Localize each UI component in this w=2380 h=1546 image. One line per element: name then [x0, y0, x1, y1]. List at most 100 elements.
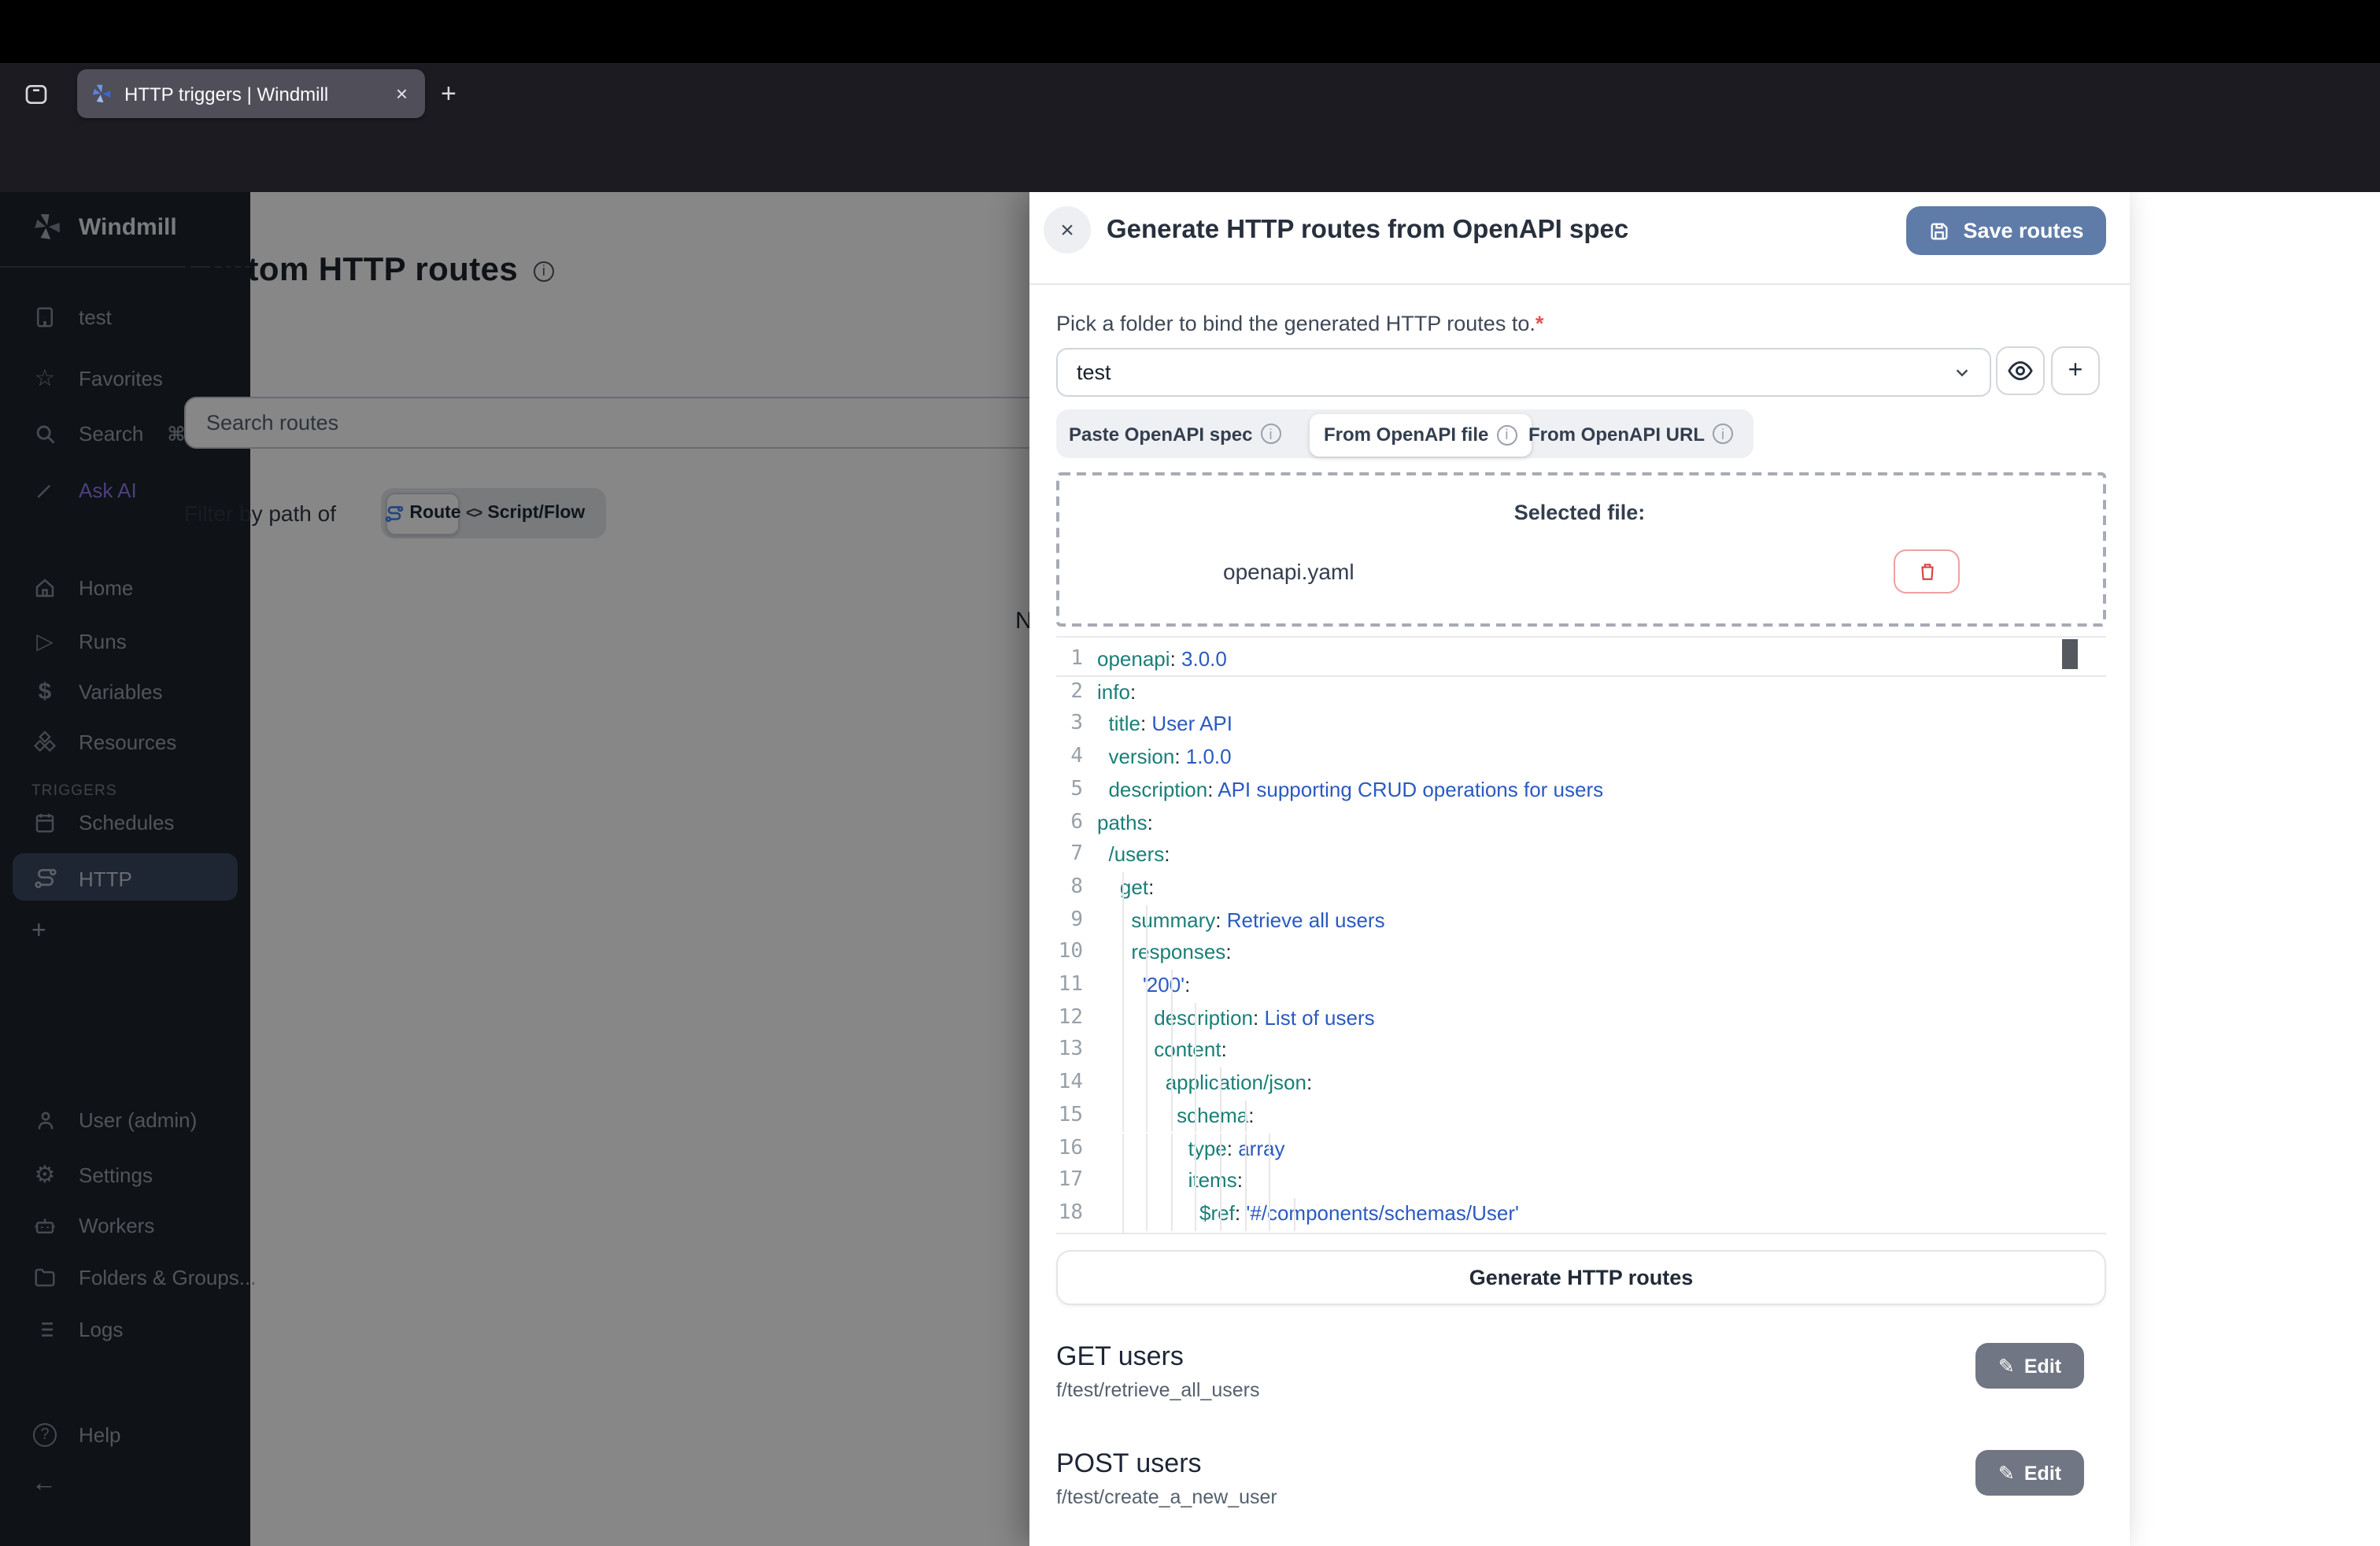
code-line[interactable]: 18 $ref: '#/components/schemas/User' [1056, 1198, 2106, 1230]
modal-overlay[interactable] [0, 192, 1029, 1546]
indent-guide [1269, 1198, 1270, 1230]
indent-guide [1171, 1133, 1173, 1165]
code-line[interactable]: 1openapi: 3.0.0 [1056, 644, 2106, 676]
indent-guide [1146, 1133, 1148, 1165]
code-line[interactable]: 9 summary: Retrieve all users [1056, 904, 2106, 937]
tab-from-url[interactable]: From OpenAPI URL i [1528, 412, 1733, 455]
indent-guide [1269, 1165, 1270, 1197]
code-line[interactable]: 16 type: array [1056, 1133, 2106, 1165]
indent-guide [1244, 1133, 1246, 1165]
indent-guide [1122, 1133, 1123, 1165]
code-editor[interactable]: 1openapi: 3.0.02info:3 title: User API4 … [1056, 636, 2106, 1234]
indent-guide [1122, 904, 1123, 937]
indent-guide [1244, 1198, 1246, 1230]
indent-guide [1171, 970, 1173, 1002]
required-asterisk: * [1536, 312, 1544, 335]
indent-guide [1244, 1165, 1246, 1197]
drawer-panel: × Generate HTTP routes from OpenAPI spec… [1029, 192, 2130, 1546]
firefox-view-icon[interactable] [19, 77, 54, 112]
menu-bar-strip [0, 0, 2380, 63]
indent-guide [1146, 1002, 1148, 1034]
code-line[interactable]: 3 title: User API [1056, 709, 2106, 742]
indent-guide [1122, 1035, 1123, 1067]
code-line[interactable]: 19 post: [1056, 1230, 2106, 1234]
plus-icon: + [2068, 357, 2083, 385]
indent-guide [1122, 872, 1123, 904]
indent-guide [1122, 970, 1123, 1002]
indent-guide [1146, 904, 1148, 937]
tab-bar: HTTP triggers | Windmill × + [0, 63, 2380, 124]
trash-icon [1916, 560, 1937, 583]
code-line[interactable]: 14 application/json: [1056, 1067, 2106, 1100]
code-line[interactable]: 10 responses: [1056, 938, 2106, 970]
indent-guide [1244, 1100, 1246, 1133]
indent-guide [1171, 1165, 1173, 1197]
generate-routes-button[interactable]: Generate HTTP routes [1056, 1250, 2106, 1305]
save-icon [1928, 220, 1950, 242]
code-line[interactable]: 13 content: [1056, 1035, 2106, 1067]
code-line[interactable]: 2info: [1056, 676, 2106, 708]
indent-guide [1122, 938, 1123, 970]
indent-guide [1269, 1133, 1270, 1165]
tab-title: HTTP triggers | Windmill [124, 83, 391, 105]
close-icon[interactable]: × [1044, 206, 1091, 253]
indent-guide [1146, 1067, 1148, 1100]
indent-guide [1171, 1100, 1173, 1133]
code-line[interactable]: 12 description: List of users [1056, 1002, 2106, 1034]
drawer-title: Generate HTTP routes from OpenAPI spec [1107, 216, 1628, 246]
pencil-icon: ✎ [1998, 1461, 2015, 1485]
indent-guide [1146, 970, 1148, 1002]
indent-guide [1146, 1165, 1148, 1197]
indent-guide [1220, 1133, 1221, 1165]
browser-tab[interactable]: HTTP triggers | Windmill × [77, 69, 425, 118]
route-name-post: POST users [1056, 1448, 1202, 1480]
indent-guide [1196, 1100, 1197, 1133]
code-line[interactable]: 8 get: [1056, 872, 2106, 904]
indent-guide [1196, 1133, 1197, 1165]
info-icon[interactable]: i [1713, 423, 1733, 444]
selected-file-label: Selected file: [1029, 501, 2130, 524]
edit-route-get-button[interactable]: ✎ Edit [1975, 1343, 2084, 1389]
add-folder-button[interactable]: + [2051, 346, 2100, 395]
indent-guide [1196, 1165, 1197, 1197]
eye-icon [2007, 357, 2034, 384]
tab-paste-spec[interactable]: Paste OpenAPI spec i [1069, 412, 1281, 455]
save-routes-button[interactable]: Save routes [1906, 206, 2106, 255]
selected-file-name: openapi.yaml [1223, 559, 1354, 584]
indent-guide [1122, 1230, 1123, 1234]
address-toolbar: ← → http://localhost:3000/routes?filter_… [0, 124, 2380, 192]
windmill-favicon [90, 82, 113, 105]
indent-guide [1196, 1198, 1197, 1230]
indent-guide [1122, 1198, 1123, 1230]
browser-window: HTTP triggers | Windmill × + ← → http://… [0, 0, 2380, 1546]
code-line[interactable]: 4 version: 1.0.0 [1056, 742, 2106, 774]
indent-guide [1171, 1198, 1173, 1230]
tab-close-icon[interactable]: × [391, 82, 412, 105]
indent-guide [1171, 1002, 1173, 1034]
indent-guide [1122, 1100, 1123, 1133]
code-line[interactable]: 11 '200': [1056, 970, 2106, 1002]
code-line[interactable]: 17 items: [1056, 1165, 2106, 1197]
route-path-post: f/test/create_a_new_user [1056, 1486, 1277, 1508]
info-icon[interactable]: i [1260, 423, 1281, 444]
tab-from-file[interactable]: From OpenAPI file i [1310, 413, 1531, 456]
remove-file-button[interactable] [1894, 549, 1960, 594]
edit-route-post-button[interactable]: ✎ Edit [1975, 1450, 2084, 1496]
indent-guide [1146, 1198, 1148, 1230]
indent-guide [1122, 1067, 1123, 1100]
indent-guide [1294, 1198, 1295, 1230]
code-line[interactable]: 5 description: API supporting CRUD opera… [1056, 775, 2106, 807]
code-line[interactable]: 7 /users: [1056, 839, 2106, 871]
preview-folder-button[interactable] [1996, 346, 2045, 395]
editor-scrollbar-thumb[interactable] [2062, 639, 2078, 669]
route-path-get: f/test/retrieve_all_users [1056, 1379, 1259, 1401]
indent-guide [1220, 1067, 1221, 1100]
info-icon[interactable]: i [1496, 424, 1517, 445]
folder-select[interactable]: test [1056, 348, 1991, 397]
code-line[interactable]: 6paths: [1056, 807, 2106, 839]
indent-guide [1220, 1100, 1221, 1133]
new-tab-button[interactable]: + [441, 79, 456, 110]
folder-label: Pick a folder to bind the generated HTTP… [1056, 312, 1543, 335]
code-line[interactable]: 15 schema: [1056, 1100, 2106, 1133]
indent-guide [1196, 1067, 1197, 1100]
